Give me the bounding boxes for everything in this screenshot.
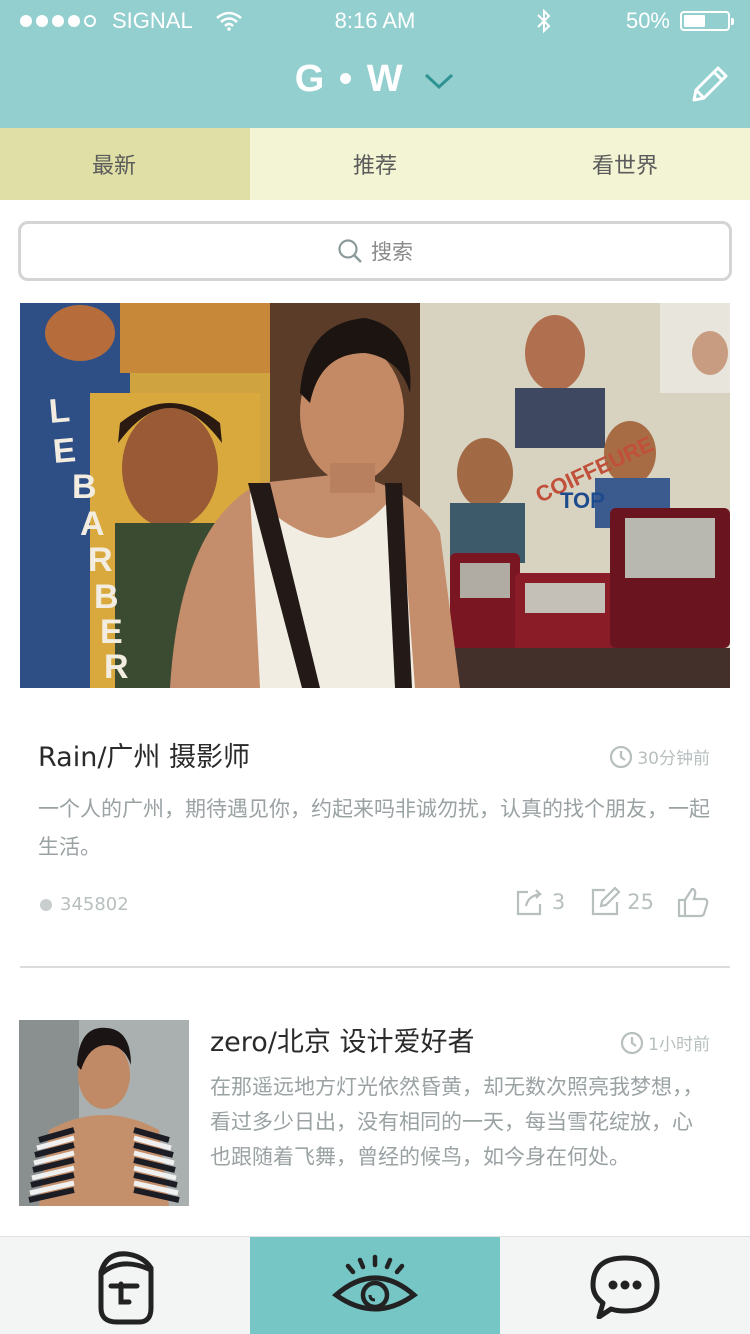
post-description: 在那遥远地方灯光依然昏黄，却无数次照亮我梦想，，看过多少日出，没有相同的一天，每…	[210, 1075, 704, 1169]
svg-text:E: E	[100, 613, 123, 651]
svg-text:A: A	[80, 505, 105, 543]
chat-icon	[590, 1255, 660, 1319]
comment-edit-icon	[592, 886, 621, 916]
chevron-down-icon	[425, 73, 454, 90]
post-title[interactable]: zero/北京 设计爱好者	[210, 1020, 475, 1059]
clock-icon	[621, 1031, 644, 1054]
post-cover-image[interactable]: L E B A R B E R COIFFEURE TOP	[20, 303, 730, 688]
face-icon	[98, 1251, 154, 1325]
bluetooth-icon	[537, 9, 551, 33]
share-icon	[516, 889, 543, 916]
svg-text:B: B	[72, 468, 97, 506]
post-actions: 3 25	[514, 886, 710, 918]
tab-see-world[interactable]: 看世界	[500, 128, 750, 200]
eye-icon	[331, 1254, 419, 1312]
svg-text:TOP: TOP	[560, 488, 605, 513]
post-time-text: 30分钟前	[637, 749, 710, 769]
clock-icon	[610, 745, 633, 768]
share-count: 3	[551, 890, 566, 914]
status-right: 50%	[536, 8, 734, 34]
like-icon[interactable]	[676, 886, 710, 918]
battery-percentage: 50%	[625, 8, 670, 33]
post-time-text: 1小时前	[648, 1035, 710, 1055]
app-title: G • W	[294, 58, 405, 100]
tab-latest[interactable]: 最新	[0, 128, 250, 200]
svg-text:R: R	[104, 648, 129, 686]
post-title[interactable]: Rain/广州 摄影师	[38, 735, 250, 774]
barbershop-photo: L E B A R B E R COIFFEURE TOP	[20, 303, 730, 688]
view-count-text: 345802	[60, 894, 129, 915]
bottom-nav	[0, 1236, 750, 1334]
search-placeholder: 搜索	[371, 240, 413, 264]
comment-button[interactable]: 25	[589, 886, 654, 918]
bottom-nav-messages[interactable]	[500, 1237, 750, 1334]
comment-count: 25	[627, 890, 654, 914]
battery-icon	[680, 11, 734, 31]
view-dot-icon	[40, 898, 52, 911]
category-tabs: 最新 推荐 看世界	[0, 128, 750, 200]
app-header: SIGNAL 8:16 AM 50% G • W	[0, 0, 750, 128]
svg-text:E: E	[51, 431, 77, 471]
search-icon	[338, 239, 362, 263]
nav-title-button[interactable]: G • W	[0, 58, 750, 101]
view-count: 345802	[40, 894, 129, 915]
post-timestamp: 30分钟前	[609, 744, 710, 769]
svg-text:L: L	[47, 391, 71, 431]
bottom-nav-discover[interactable]	[250, 1237, 500, 1334]
share-button[interactable]: 3	[514, 886, 565, 918]
post-divider	[20, 966, 730, 968]
tab-recommended[interactable]: 推荐	[250, 128, 500, 200]
svg-text:R: R	[88, 541, 113, 579]
search-input[interactable]: 搜索	[18, 221, 732, 281]
portrait-photo	[19, 1020, 189, 1206]
status-bar: SIGNAL 8:16 AM 50%	[0, 0, 750, 40]
post-thumbnail[interactable]	[19, 1020, 189, 1206]
post-timestamp: 1小时前	[620, 1030, 710, 1055]
post-description: 一个人的广州，期待遇见你，约起来吗非诚勿扰，认真的找个朋友，一起生活。	[38, 797, 710, 859]
edit-icon[interactable]	[686, 62, 732, 108]
svg-text:B: B	[94, 578, 119, 616]
bottom-nav-profile[interactable]	[0, 1237, 250, 1334]
